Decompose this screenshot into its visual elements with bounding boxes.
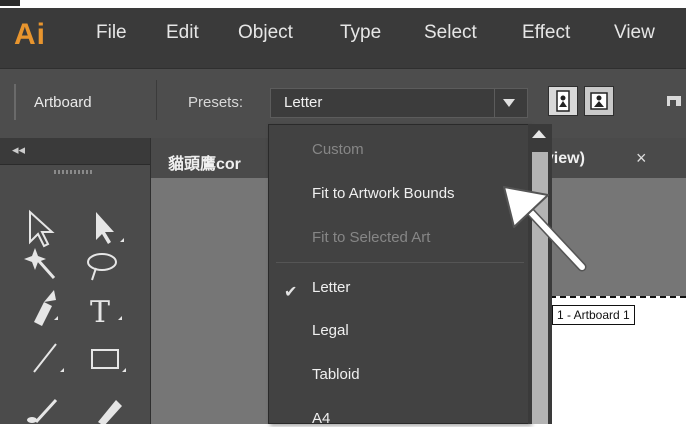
artboard-mode-label: Artboard (34, 94, 92, 111)
scroll-up-icon[interactable] (532, 130, 546, 138)
svg-text:T: T (90, 295, 110, 330)
lasso-tool-icon[interactable] (87, 253, 117, 281)
presets-label: Presets: (188, 94, 244, 111)
dropdown-separator (276, 262, 524, 263)
line-tool-icon[interactable] (33, 343, 64, 373)
window-corner (0, 0, 20, 6)
document-tab-title: 貓頭鷹cor (168, 156, 241, 173)
menu-edit[interactable]: Edit (166, 22, 199, 44)
checkmark-icon: ✔ (284, 284, 298, 301)
selection-tool-icon[interactable] (29, 209, 55, 248)
collapse-panel-icon[interactable]: ◂◂ (12, 142, 25, 158)
app-logo: Ai (14, 18, 46, 51)
preset-option-custom: Custom (312, 141, 364, 158)
chevron-down-icon (503, 99, 515, 107)
preset-option-a4[interactable]: A4 (312, 410, 330, 427)
preset-option-letter[interactable]: Letter (312, 279, 350, 296)
annotation-arrow-icon (503, 186, 587, 272)
menu-effect[interactable]: Effect (522, 22, 570, 44)
pen-tool-icon[interactable] (34, 290, 58, 326)
landscape-orientation-button[interactable] (584, 86, 614, 116)
portrait-orientation-button[interactable] (548, 86, 578, 116)
preset-option-fit-to-selected-art: Fit to Selected Art (312, 229, 431, 246)
preset-option-tabloid[interactable]: Tabloid (312, 366, 360, 383)
magic-wand-tool-icon[interactable] (24, 248, 56, 279)
menu-view[interactable]: View (614, 22, 655, 44)
preset-option-legal[interactable]: Legal (312, 322, 349, 339)
menu-object[interactable]: Object (238, 22, 293, 44)
type-tool-icon[interactable]: T (90, 295, 122, 330)
control-bar-divider (156, 80, 157, 120)
menu-type[interactable]: Type (340, 22, 381, 44)
direct-selection-tool-icon[interactable] (96, 212, 124, 244)
preset-option-fit-to-artwork-bounds[interactable]: Fit to Artwork Bounds (312, 185, 455, 202)
landscape-icon (590, 92, 608, 110)
artboard-name-label: 1 - Artboard 1 (552, 305, 635, 325)
presets-selected-value: Letter (284, 94, 323, 111)
control-bar-grip[interactable] (14, 84, 16, 120)
pencil-tool-icon[interactable] (98, 400, 122, 424)
tools-panel-grip[interactable] (54, 170, 94, 174)
rectangle-tool-icon[interactable] (91, 349, 126, 372)
menu-file[interactable]: File (96, 22, 127, 44)
paintbrush-tool-icon[interactable] (27, 398, 58, 424)
close-tab-icon[interactable]: × (636, 148, 647, 169)
tools-icons: T (24, 209, 126, 424)
new-artboard-icon[interactable] (664, 94, 682, 108)
portrait-icon (556, 90, 570, 112)
menu-select[interactable]: Select (424, 22, 477, 44)
